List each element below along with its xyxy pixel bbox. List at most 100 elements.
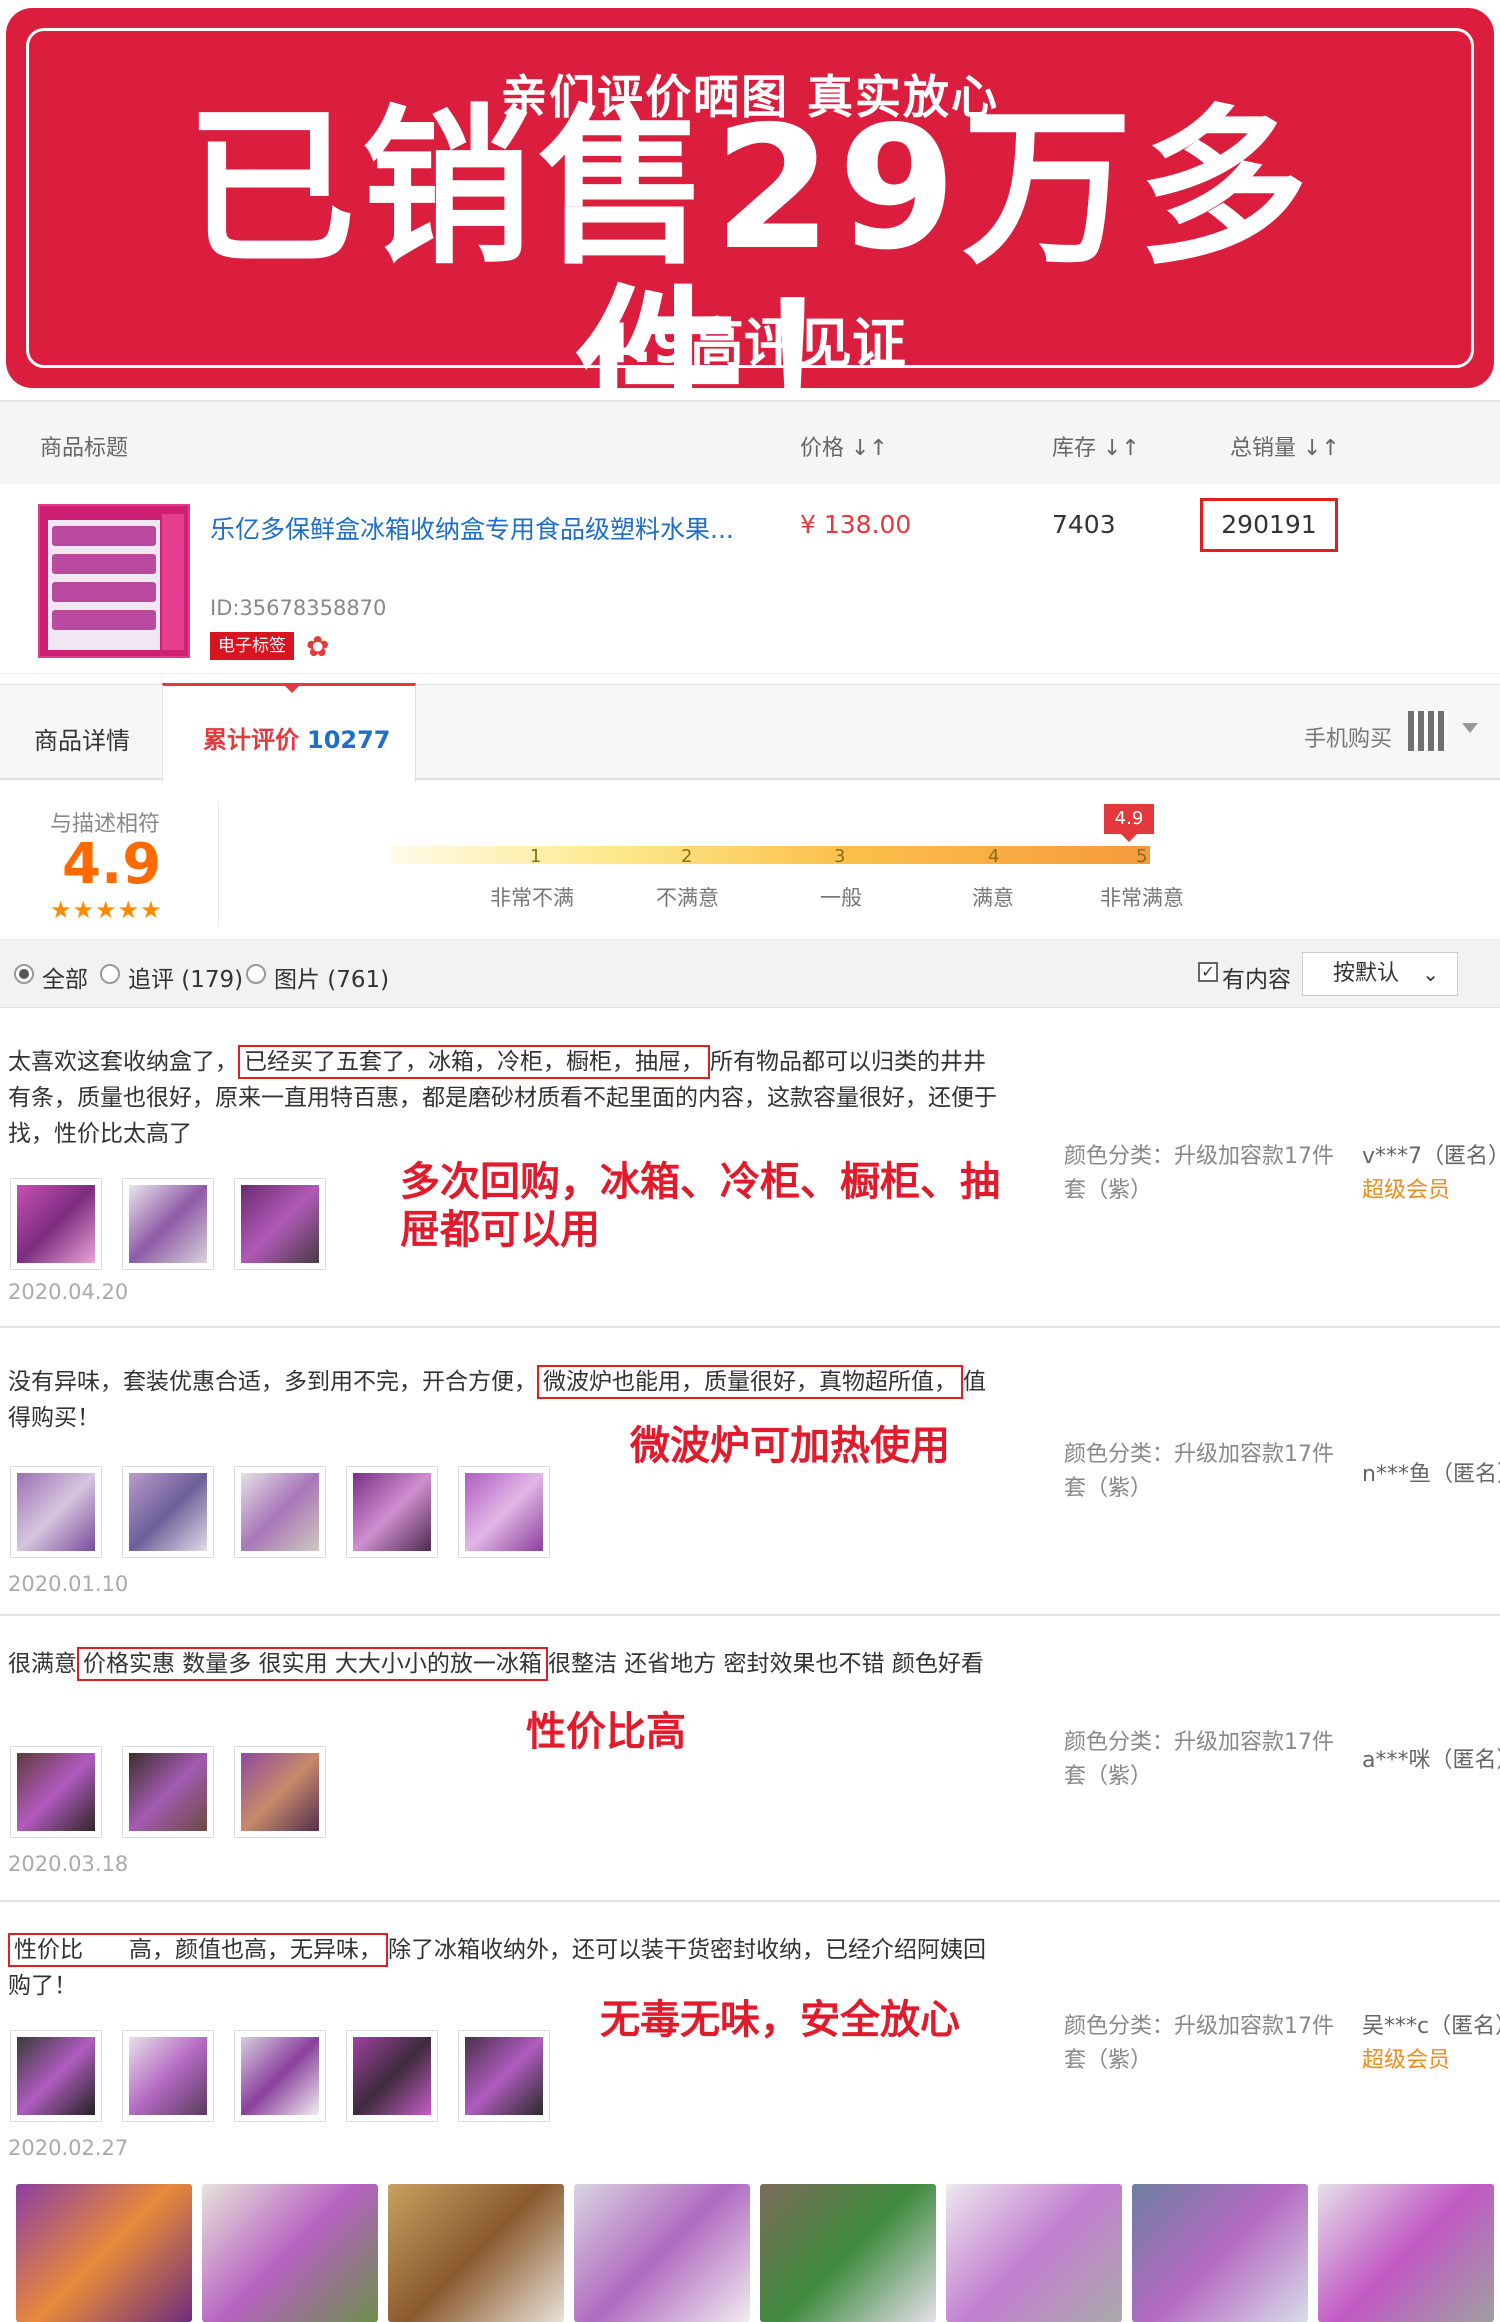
- gallery-photo[interactable]: [574, 2184, 750, 2322]
- tab-reviews[interactable]: 累计评价 10277: [162, 683, 416, 783]
- has-content-label[interactable]: 有内容: [1222, 960, 1291, 994]
- review-item: 没有异味，套装优惠合适，多到用不完，开合方便， 微波炉也能用，质量很好，真物超所值…: [0, 1328, 1500, 1616]
- review-text-part: 没有异味，套装优惠合适，多到用不完，开合方便，: [8, 1369, 537, 1395]
- review-text: 很满意 价格实惠 数量多 很实用 大大小小的放一冰箱 很整洁 还省地方 密封效果也不…: [8, 1646, 1008, 1682]
- review-photo[interactable]: [122, 1178, 214, 1270]
- sort-select[interactable]: 按默认 ⌄: [1302, 952, 1458, 996]
- tab-reviews-count: 10277: [307, 726, 391, 754]
- review-photos: [10, 2030, 550, 2122]
- review-user: a***咪（匿名）: [1362, 1748, 1500, 1773]
- header-price-sort[interactable]: 价格 ↓↑: [800, 430, 888, 462]
- star-rating-icon: ★★★★★: [50, 896, 163, 924]
- review-text-part: 太喜欢这套收纳盒了，: [8, 1049, 238, 1075]
- review-photo[interactable]: [10, 1466, 102, 1558]
- review-photo[interactable]: [10, 2030, 102, 2122]
- chevron-down-icon[interactable]: [1462, 723, 1478, 733]
- review-callout: 无毒无味，安全放心: [600, 1997, 960, 2043]
- rating-badge-pointer: [1121, 834, 1137, 842]
- scale-number: 2: [681, 846, 693, 867]
- banner-footer: 4.9高评见证: [594, 312, 906, 375]
- gallery-photo[interactable]: [1132, 2184, 1308, 2322]
- review-photo[interactable]: [234, 1178, 326, 1270]
- rating-summary: 与描述相符 4.9 ★★★★★ 4.9 1 2 3 4 5 非常不满 不满意 一…: [0, 782, 1500, 940]
- scale-number: 1: [530, 846, 542, 867]
- review-date: 2020.04.20: [8, 1280, 129, 1304]
- review-photo[interactable]: [234, 1466, 326, 1558]
- scale-word: 非常不满: [490, 886, 574, 910]
- review-highlight: 已经买了五套了，冰箱，冷柜，橱柜，抽屉，: [238, 1045, 710, 1079]
- header-stock-sort[interactable]: 库存 ↓↑: [1052, 430, 1140, 462]
- rating-badge: 4.9: [1104, 804, 1154, 834]
- review-photo[interactable]: [234, 2030, 326, 2122]
- gallery-photo[interactable]: [202, 2184, 378, 2322]
- review-photo[interactable]: [458, 2030, 550, 2122]
- product-price: ¥ 138.00: [800, 510, 912, 539]
- rating-gradient-bar: [390, 846, 1150, 864]
- review-photo[interactable]: [458, 1466, 550, 1558]
- scale-number: 5: [1136, 846, 1148, 867]
- has-content-checkbox[interactable]: ✓: [1198, 962, 1218, 982]
- product-title-link[interactable]: 乐亿多保鲜盒冰箱收纳盒专用食品级塑料水果...: [210, 510, 770, 546]
- review-user: n***鱼（匿名）: [1362, 1462, 1500, 1487]
- review-filter-bar: 全部 追评 (179) 图片 (761) ✓ 有内容 按默认 ⌄: [0, 940, 1500, 1008]
- gallery-photo[interactable]: [388, 2184, 564, 2322]
- review-user: 吴***c（匿名）: [1362, 2014, 1500, 2039]
- review-callout: 多次回购，冰箱、冷柜、橱柜、抽屉都可以用: [400, 1159, 1000, 1253]
- scale-number: 4: [988, 846, 1000, 867]
- review-photo[interactable]: [122, 2030, 214, 2122]
- active-tab-caret: [283, 684, 301, 693]
- e-tag-badge: 电子标签: [210, 632, 294, 660]
- review-photos: [10, 1746, 326, 1838]
- review-date: 2020.01.10: [8, 1572, 129, 1596]
- promo-banner: 亲们评价晒图 真实放心 已销售29万多件！ 4.9高评见证: [6, 8, 1494, 459]
- radio-all-label[interactable]: 全部: [42, 960, 88, 994]
- review-photo[interactable]: [122, 1746, 214, 1838]
- review-item: 很满意 价格实惠 数量多 很实用 大大小小的放一冰箱 很整洁 还省地方 密封效果也不…: [0, 1616, 1500, 1902]
- gallery-photo[interactable]: [946, 2184, 1122, 2322]
- tab-product-details[interactable]: 商品详情: [34, 721, 130, 756]
- review-date: 2020.03.18: [8, 1852, 129, 1876]
- review-text-part: 很整洁 还省地方 密封效果也不错 颜色好看: [547, 1651, 984, 1677]
- review-item: 性价比 高，颜值也高，无异味， 除了冰箱收纳外，还可以装干货密封收纳，已经介绍阿姨…: [0, 1902, 1500, 2174]
- product-id: ID:35678358870: [210, 596, 387, 620]
- mobile-buy-link[interactable]: 手机购买: [1304, 721, 1392, 753]
- radio-followup[interactable]: [100, 964, 120, 984]
- review-photo[interactable]: [346, 2030, 438, 2122]
- review-spec: 颜色分类：升级加容款17件套（紫）: [1064, 1144, 1334, 1203]
- header-sales-sort[interactable]: 总销量 ↓↑: [1230, 430, 1340, 462]
- radio-all[interactable]: [14, 964, 34, 984]
- gallery-photo[interactable]: [1318, 2184, 1494, 2322]
- review-text: 太喜欢这套收纳盒了， 已经买了五套了，冰箱，冷柜，橱柜，抽屉， 所有物品都可以归类的…: [8, 1044, 1008, 1152]
- table-header: 商品标题 价格 ↓↑ 库存 ↓↑ 总销量 ↓↑: [0, 400, 1500, 484]
- scale-word: 满意: [972, 886, 1014, 910]
- rating-divider: [218, 802, 219, 926]
- radio-followup-label[interactable]: 追评 (179): [128, 960, 243, 994]
- radio-images-label[interactable]: 图片 (761): [274, 960, 389, 994]
- tab-reviews-label: 累计评价: [203, 726, 299, 754]
- tab-bar: 商品详情 累计评价 10277 手机购买: [0, 683, 1500, 783]
- product-total-sales: 290191: [1200, 498, 1338, 552]
- review-photo[interactable]: [122, 1466, 214, 1558]
- review-date: 2020.02.27: [8, 2136, 129, 2160]
- product-thumbnail[interactable]: [38, 504, 190, 658]
- banner-frame: 亲们评价晒图 真实放心 已销售29万多件！ 4.9高评见证: [26, 28, 1474, 459]
- vip-badge: 超级会员: [1362, 2048, 1451, 2073]
- review-photos: [10, 1466, 550, 1558]
- sort-select-value: 按默认: [1333, 961, 1400, 986]
- radio-images[interactable]: [246, 964, 266, 984]
- review-photos: [10, 1178, 326, 1270]
- gallery-photo[interactable]: [16, 2184, 192, 2322]
- review-highlight: 价格实惠 数量多 很实用 大大小小的放一冰箱: [77, 1647, 548, 1681]
- product-row: 乐亿多保鲜盒冰箱收纳盒专用食品级塑料水果... ¥ 138.00 7403 29…: [0, 484, 1500, 674]
- vip-badge: 超级会员: [1362, 1178, 1451, 1203]
- scale-word: 不满意: [656, 886, 719, 910]
- review-photo[interactable]: [234, 1746, 326, 1838]
- rating-score: 4.9: [62, 832, 162, 897]
- review-photo[interactable]: [346, 1466, 438, 1558]
- review-photo[interactable]: [10, 1746, 102, 1838]
- flower-icon: ✿: [306, 630, 330, 663]
- gallery-photo[interactable]: [760, 2184, 936, 2322]
- review-photo[interactable]: [10, 1178, 102, 1270]
- qr-code-icon[interactable]: [1408, 711, 1448, 751]
- chevron-down-icon: ⌄: [1422, 962, 1439, 986]
